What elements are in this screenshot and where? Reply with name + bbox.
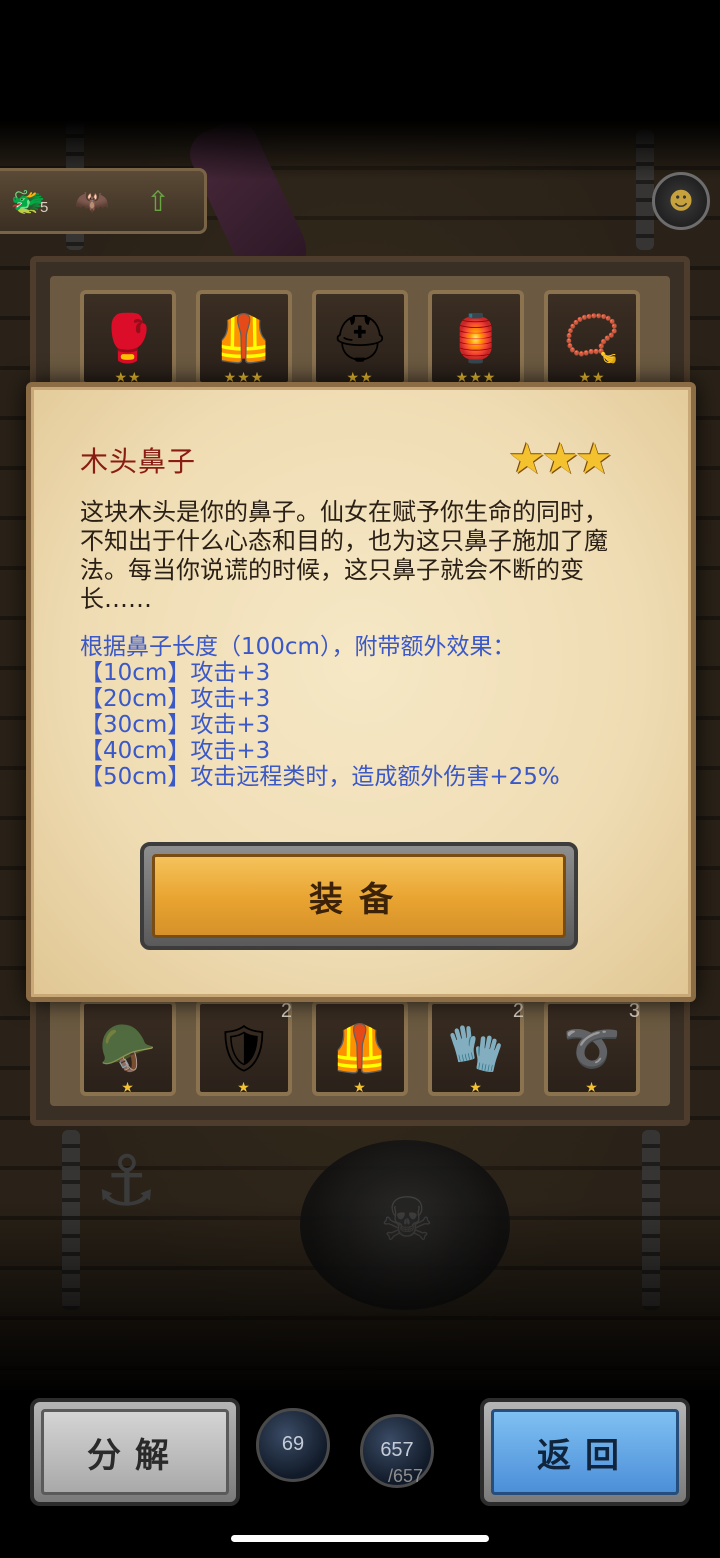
inventory-slot[interactable]: 🏮 ★★★ — [428, 290, 524, 386]
slot-count: 3 — [628, 1000, 640, 1022]
effect-line: 【20cm】攻击+3 — [80, 686, 271, 712]
inventory-slot[interactable]: 🧤 ★ 2 — [428, 1000, 524, 1096]
belt-icon: ➰ — [563, 1020, 621, 1075]
effect-line: 【30cm】攻击+3 — [80, 712, 271, 738]
item-rarity-stars: ★★★ — [508, 434, 613, 483]
item-title: 木头鼻子 — [80, 445, 197, 478]
lantern-icon: 🏮 — [447, 310, 505, 365]
amulet-icon: 📿 — [563, 310, 621, 365]
effect-line: 【50cm】攻击远程类时，造成额外伤害+25% — [80, 764, 560, 790]
effect-header: 根据鼻子长度（100cm），附带额外效果： — [80, 634, 516, 660]
back-button-label: 返回 — [491, 1409, 679, 1495]
decompose-button[interactable]: 分解 — [30, 1398, 240, 1506]
equip-button-label: 装备 — [152, 854, 566, 938]
chestplate-icon: 🦺 — [331, 1020, 389, 1075]
energy-orb: 69 — [256, 1408, 330, 1482]
decompose-button-label: 分解 — [41, 1409, 229, 1495]
slot-count: 2 — [512, 1000, 524, 1022]
inventory-slot[interactable]: 🛡 ★ 2 — [196, 1000, 292, 1096]
inventory-slot[interactable]: 📿 ★★ — [544, 290, 640, 386]
slot-stars: ★ — [121, 1080, 135, 1096]
slot-stars: ★ — [353, 1080, 367, 1096]
inventory-slot[interactable]: ⛑ ★★ — [312, 290, 408, 386]
inventory-slot[interactable]: 🦺 ★ — [312, 1000, 408, 1096]
capacity-max: /657 — [388, 1466, 424, 1486]
slot-stars: ★ — [585, 1080, 599, 1096]
slot-count: 2 — [280, 1000, 292, 1022]
item-effects: 根据鼻子长度（100cm），附带额外效果： 【10cm】攻击+3 【20cm】攻… — [80, 634, 640, 790]
stat-banner: 🐲 5 🦇 ⇧ — [0, 168, 207, 234]
inventory-slot[interactable]: 🪖 ★ — [80, 1000, 176, 1096]
bat-wing-icon[interactable]: 🦇 — [72, 181, 112, 221]
red-armor-icon: 🦺 — [215, 310, 273, 365]
stat-count: 5 — [40, 199, 49, 216]
inventory-slot[interactable]: 🦺 ★★★ — [196, 290, 292, 386]
inventory-slot[interactable]: 🥊 ★★ — [80, 290, 176, 386]
iron-gauntlet-icon: 🧤 — [447, 1020, 505, 1075]
effect-line: 【40cm】攻击+3 — [80, 738, 271, 764]
coin-button[interactable]: ☻ — [652, 172, 710, 230]
red-helmet-icon: ⛑ — [330, 310, 390, 365]
item-description: 这块木头是你的鼻子。仙女在赋予你生命的同时，不知出于什么心态和目的，也为这只鼻子… — [80, 498, 608, 613]
effect-line: 【10cm】攻击+3 — [80, 660, 271, 686]
home-indicator[interactable] — [231, 1535, 489, 1542]
gauntlet-icon: 🥊 — [99, 310, 157, 365]
winged-helmet-icon: 🪖 — [99, 1020, 157, 1075]
slot-stars: ★ — [237, 1080, 251, 1096]
back-button[interactable]: 返回 — [480, 1398, 690, 1506]
iron-armor-icon: 🛡 — [214, 1020, 274, 1075]
inventory-slot[interactable]: ➰ ★ 3 — [544, 1000, 640, 1096]
slot-stars: ★ — [469, 1080, 483, 1096]
up-arrow-icon[interactable]: ⇧ — [138, 181, 178, 221]
equip-button[interactable]: 装备 — [140, 842, 578, 950]
